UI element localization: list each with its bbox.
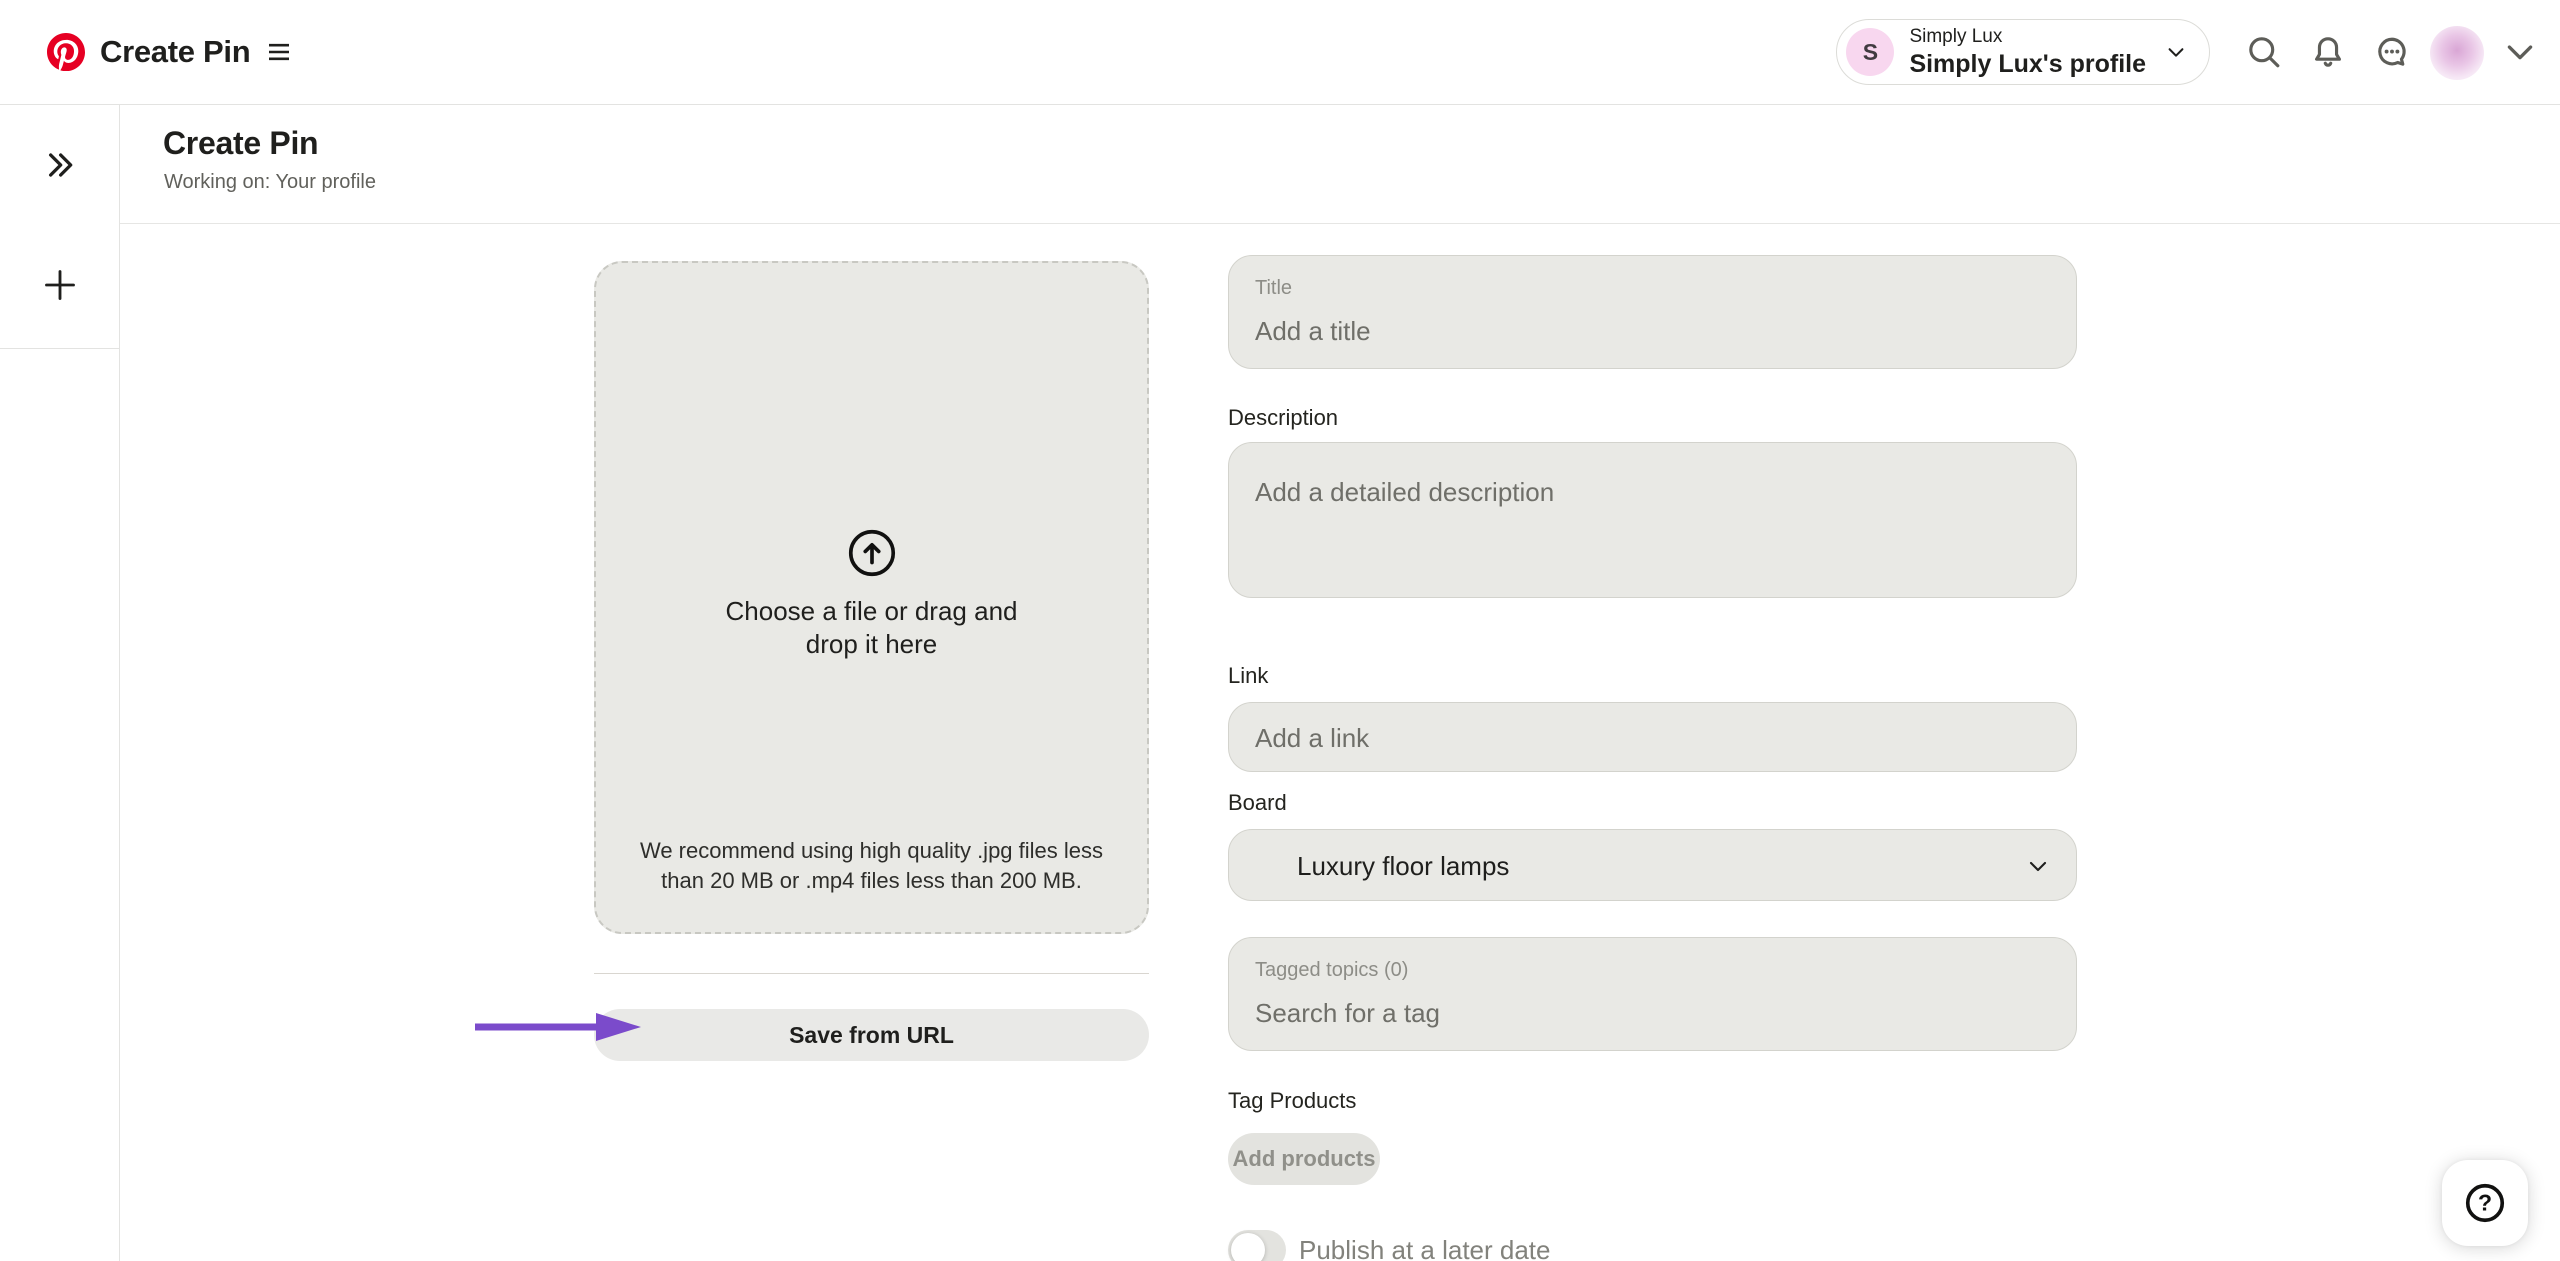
link-field-placeholder: Add a link xyxy=(1255,703,1369,773)
help-button[interactable]: ? xyxy=(2442,1160,2528,1246)
add-products-button[interactable]: Add products xyxy=(1228,1133,1380,1185)
title-field[interactable]: Title Add a title xyxy=(1228,255,2077,369)
help-question-icon: ? xyxy=(2462,1180,2508,1226)
header-chevron-down-icon[interactable] xyxy=(2494,26,2546,78)
messages-icon[interactable] xyxy=(2366,26,2418,78)
board-selected-value: Luxury floor lamps xyxy=(1297,830,1509,902)
upload-hint-text: We recommend using high quality .jpg fil… xyxy=(636,836,1107,896)
top-bar-left: Create Pin xyxy=(0,32,290,72)
tag-products-label: Tag Products xyxy=(1228,1088,1356,1114)
dropzone-text: Choose a file or drag and drop it here xyxy=(702,595,1042,661)
profile-avatar: S xyxy=(1846,28,1894,76)
account-name: Simply Lux xyxy=(1909,25,2002,49)
top-bar-right: S Simply Lux Simply Lux's profile xyxy=(1836,19,2560,85)
menu-icon[interactable] xyxy=(268,42,290,62)
publish-later-label: Publish at a later date xyxy=(1299,1235,1551,1261)
board-chevron-down-icon xyxy=(2026,854,2050,878)
description-field-placeholder: Add a detailed description xyxy=(1255,477,1554,508)
publish-later-toggle[interactable] xyxy=(1228,1230,1286,1261)
board-label: Board xyxy=(1228,790,1287,816)
tagged-topics-field[interactable]: Tagged topics (0) Search for a tag xyxy=(1228,937,2077,1051)
profile-chip[interactable]: S Simply Lux Simply Lux's profile xyxy=(1836,19,2210,85)
create-new-pin-button[interactable] xyxy=(32,257,88,313)
tagged-topics-placeholder: Search for a tag xyxy=(1255,998,1440,1029)
sidebar xyxy=(0,105,120,1261)
link-field[interactable]: Add a link xyxy=(1228,702,2077,772)
link-label: Link xyxy=(1228,663,1268,689)
blurred-avatar-image xyxy=(2430,26,2484,80)
uploader-divider xyxy=(594,973,1149,974)
sidebar-divider xyxy=(0,348,119,349)
main-content: Create Pin Working on: Your profile Choo… xyxy=(120,105,2560,1261)
profile-label: Simply Lux's profile xyxy=(1909,49,2146,79)
upload-icon xyxy=(846,527,898,579)
top-bar: Create Pin S Simply Lux Simply Lux's pro… xyxy=(0,0,2560,105)
title-field-label: Title xyxy=(1255,276,1292,300)
page-header-divider xyxy=(120,223,2560,224)
pinterest-logo-icon[interactable] xyxy=(46,32,86,72)
publish-later-row: Publish at a later date xyxy=(1228,1230,1551,1261)
plus-icon xyxy=(42,267,78,303)
expand-sidebar-button[interactable] xyxy=(32,137,88,193)
profile-chip-text: Simply Lux Simply Lux's profile xyxy=(1909,25,2146,79)
app-title: Create Pin xyxy=(100,34,250,70)
title-field-placeholder: Add a title xyxy=(1255,316,1371,347)
search-icon[interactable] xyxy=(2238,26,2290,78)
pinterest-create-pin-page: Create Pin S Simply Lux Simply Lux's pro… xyxy=(0,0,2560,1261)
chevron-down-icon xyxy=(2165,41,2187,63)
save-from-url-button[interactable]: Save from URL xyxy=(594,1009,1149,1061)
toggle-knob xyxy=(1231,1233,1265,1261)
description-field[interactable]: Add a detailed description xyxy=(1228,442,2077,598)
svg-text:?: ? xyxy=(2478,1190,2492,1216)
avatar-initial: S xyxy=(1863,39,1878,66)
double-chevron-right-icon xyxy=(44,149,76,181)
description-label: Description xyxy=(1228,405,1338,431)
notifications-icon[interactable] xyxy=(2302,26,2354,78)
board-select[interactable]: Luxury floor lamps xyxy=(1228,829,2077,901)
user-avatar[interactable] xyxy=(2430,26,2482,78)
page-title: Create Pin xyxy=(163,125,318,162)
tagged-topics-label: Tagged topics (0) xyxy=(1255,958,1408,982)
page-subtitle: Working on: Your profile xyxy=(164,171,376,194)
file-dropzone[interactable]: Choose a file or drag and drop it here W… xyxy=(594,261,1149,934)
